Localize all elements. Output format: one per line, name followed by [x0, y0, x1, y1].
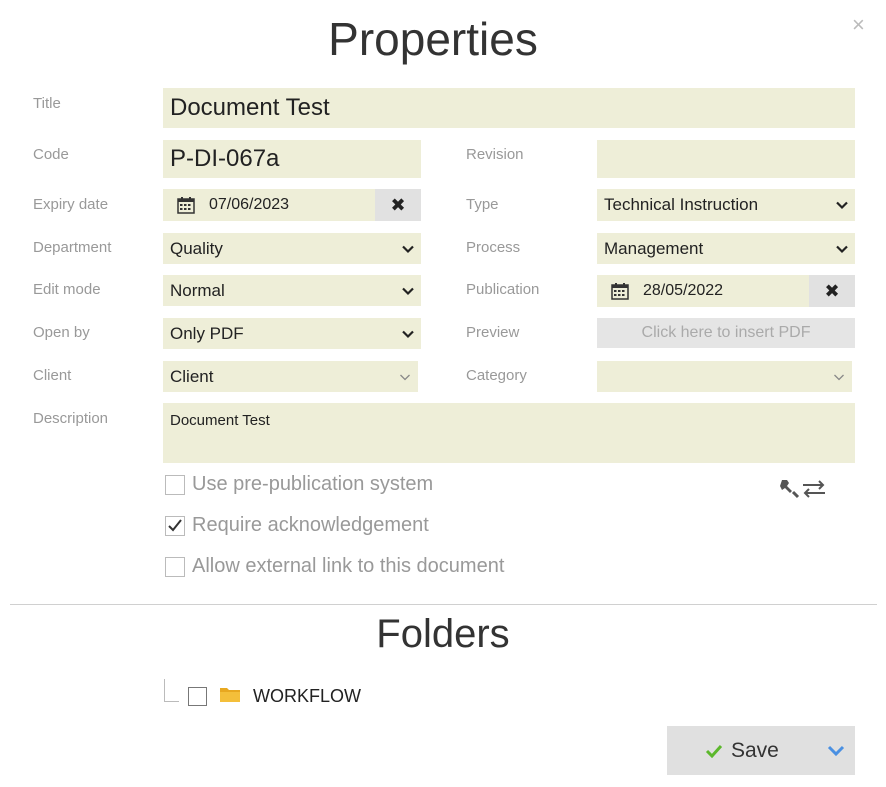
- dialog-title: Properties: [328, 13, 538, 65]
- external-link-option[interactable]: Allow external link to this document: [165, 555, 504, 578]
- calendar-icon[interactable]: [163, 189, 209, 221]
- acknowledgement-checkbox[interactable]: [165, 515, 185, 536]
- close-icon[interactable]: ×: [852, 14, 865, 36]
- department-select[interactable]: Quality: [163, 233, 421, 264]
- clear-icon[interactable]: ✖: [375, 189, 421, 221]
- title-label: Title: [33, 95, 61, 112]
- wrench-swap-icon[interactable]: [779, 477, 827, 501]
- pre-publication-checkbox[interactable]: [165, 474, 185, 495]
- client-label: Client: [33, 367, 72, 384]
- description-label: Description: [33, 410, 109, 427]
- process-value: Management: [604, 238, 704, 258]
- clear-icon[interactable]: ✖: [809, 275, 855, 307]
- description-textarea[interactable]: Document Test: [163, 403, 855, 463]
- expiry-date-input[interactable]: 07/06/2023: [209, 189, 375, 221]
- revision-field[interactable]: [597, 140, 855, 178]
- type-label: Type: [466, 196, 499, 213]
- chevron-down-icon[interactable]: [827, 745, 845, 757]
- expiry-date-picker: 07/06/2023 ✖: [163, 189, 421, 221]
- save-button[interactable]: Save: [667, 726, 855, 775]
- folder-checkbox[interactable]: [188, 687, 207, 706]
- code-field[interactable]: P-DI-067a: [163, 140, 421, 178]
- type-select[interactable]: Technical Instruction: [597, 189, 855, 221]
- check-icon: [705, 744, 723, 758]
- chevron-down-icon: [402, 243, 414, 255]
- open-by-select[interactable]: Only PDF: [163, 318, 421, 349]
- edit-mode-label: Edit mode: [33, 281, 101, 298]
- code-label: Code: [33, 146, 69, 163]
- preview-label: Preview: [466, 324, 520, 341]
- department-value: Quality: [170, 238, 223, 258]
- edit-mode-value: Normal: [170, 280, 225, 300]
- pre-publication-option[interactable]: Use pre-publication system: [165, 473, 433, 496]
- process-label: Process: [466, 239, 521, 256]
- open-by-label: Open by: [33, 324, 90, 341]
- folder-tree-item[interactable]: WORKFLOW: [188, 685, 361, 708]
- chevron-down-icon: [402, 328, 414, 340]
- client-value: Client: [170, 366, 214, 386]
- folder-icon: [219, 685, 241, 708]
- chevron-down-icon: [836, 243, 848, 255]
- pre-publication-label: Use pre-publication system: [192, 473, 434, 495]
- chevron-down-icon: [836, 199, 848, 211]
- tree-connector: [164, 679, 179, 702]
- department-label: Department: [33, 239, 112, 256]
- folders-title: Folders: [376, 612, 510, 656]
- section-divider: [10, 604, 877, 605]
- category-select[interactable]: [597, 361, 852, 392]
- open-by-value: Only PDF: [170, 323, 244, 343]
- type-value: Technical Instruction: [604, 195, 759, 214]
- calendar-icon[interactable]: [597, 275, 643, 307]
- external-link-checkbox[interactable]: [165, 556, 185, 577]
- category-label: Category: [466, 367, 527, 384]
- publication-date-input[interactable]: 28/05/2022: [643, 275, 809, 307]
- folder-name: WORKFLOW: [253, 686, 361, 706]
- process-select[interactable]: Management: [597, 233, 855, 264]
- title-field[interactable]: Document Test: [163, 88, 855, 128]
- external-link-label: Allow external link to this document: [192, 555, 505, 577]
- revision-label: Revision: [466, 146, 524, 163]
- chevron-down-icon: [402, 285, 414, 297]
- publication-date-picker: 28/05/2022 ✖: [597, 275, 855, 307]
- acknowledgement-option[interactable]: Require acknowledgement: [165, 514, 429, 537]
- check-icon: [168, 518, 182, 531]
- edit-mode-select[interactable]: Normal: [163, 275, 421, 306]
- chevron-down-icon: [833, 371, 845, 383]
- chevron-down-icon: [399, 371, 411, 383]
- save-label: Save: [731, 738, 779, 762]
- insert-pdf-button[interactable]: Click here to insert PDF: [597, 318, 855, 348]
- expiry-date-label: Expiry date: [33, 196, 109, 213]
- publication-label: Publication: [466, 281, 540, 298]
- acknowledgement-label: Require acknowledgement: [192, 514, 429, 536]
- client-select[interactable]: Client: [163, 361, 418, 392]
